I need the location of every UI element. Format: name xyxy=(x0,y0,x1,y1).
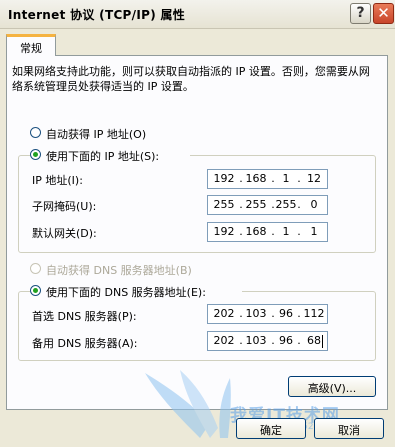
advanced-button[interactable]: 高级(V)... xyxy=(288,376,376,397)
advanced-button-label: 高级(V)... xyxy=(307,382,357,395)
octet: 1 xyxy=(310,225,318,238)
octet: 192 xyxy=(213,225,235,238)
subnet-mask-label: 子网掩码(U): xyxy=(32,200,97,213)
close-icon: ✕ xyxy=(377,4,390,22)
preferred-dns-label: 首选 DNS 服务器(P): xyxy=(32,310,137,323)
description-text: 如果网络支持此功能，则可以获取自动指派的 IP 设置。否则，您需要从网络系统管理… xyxy=(12,65,370,93)
tab-general[interactable]: 常规 xyxy=(6,34,56,56)
ok-button[interactable]: 确定 xyxy=(236,418,306,439)
ip-address-input[interactable]: 192 . 168 . 1 . 12 xyxy=(207,169,328,189)
subnet-mask-input[interactable]: 255 . 255 . 255 . 0 xyxy=(207,195,328,215)
help-icon: ? xyxy=(356,5,365,21)
octet: 96 xyxy=(279,307,293,320)
octet: 103 xyxy=(245,334,267,347)
auto-ip-radio-circle xyxy=(30,127,41,138)
octet: 12 xyxy=(307,172,321,185)
help-button[interactable]: ? xyxy=(350,3,371,24)
ip-address-label: IP 地址(I): xyxy=(32,174,83,187)
octet: 202 xyxy=(213,307,235,320)
octet: 192 xyxy=(213,172,235,185)
tcpip-properties-dialog: Internet 协议 (TCP/IP) 属性 ? ✕ 常规 如果网络支持此功能… xyxy=(0,0,395,444)
octet: 112 xyxy=(303,307,325,320)
alternate-dns-input[interactable]: 202 . 103 . 96 . 68 xyxy=(207,331,328,351)
manual-ip-radio-circle xyxy=(30,149,41,160)
default-gateway-label: 默认网关(D): xyxy=(32,227,97,240)
octet: 103 xyxy=(245,307,267,320)
cancel-button-label: 取消 xyxy=(338,424,360,437)
auto-dns-label: 自动获得 DNS 服务器地址(B) xyxy=(46,264,192,277)
octet: 1 xyxy=(282,225,290,238)
preferred-dns-input[interactable]: 202 . 103 . 96 . 112 xyxy=(207,304,328,324)
octet: 1 xyxy=(282,172,290,185)
manual-ip-label: 使用下面的 IP 地址(S): xyxy=(46,150,160,163)
octet: 168 xyxy=(245,172,267,185)
auto-ip-radio[interactable]: 自动获得 IP 地址(O) xyxy=(30,126,230,142)
manual-dns-label: 使用下面的 DNS 服务器地址(E): xyxy=(46,286,206,299)
tab-general-label: 常规 xyxy=(20,42,42,55)
octet: 96 xyxy=(279,334,293,347)
octet: 202 xyxy=(213,334,235,347)
octet: 168 xyxy=(245,225,267,238)
window-title: Internet 协议 (TCP/IP) 属性 xyxy=(8,8,186,22)
auto-ip-label: 自动获得 IP 地址(O) xyxy=(46,128,147,141)
title-bar[interactable]: Internet 协议 (TCP/IP) 属性 ? ✕ xyxy=(0,0,395,29)
default-gateway-input[interactable]: 192 . 168 . 1 . 1 xyxy=(207,222,328,242)
ok-button-label: 确定 xyxy=(260,424,282,437)
octet: 0 xyxy=(310,198,318,211)
auto-dns-radio[interactable]: 自动获得 DNS 服务器地址(B) xyxy=(30,262,250,278)
manual-dns-radio-circle xyxy=(30,285,41,296)
manual-dns-radio[interactable]: 使用下面的 DNS 服务器地址(E): xyxy=(30,284,242,300)
auto-dns-radio-circle xyxy=(30,263,41,274)
octet: 255 xyxy=(245,198,267,211)
cancel-button[interactable]: 取消 xyxy=(314,418,384,439)
manual-ip-radio[interactable]: 使用下面的 IP 地址(S): xyxy=(30,148,190,164)
octet: 255 xyxy=(275,198,297,211)
text-cursor xyxy=(322,335,323,348)
close-button[interactable]: ✕ xyxy=(373,3,394,24)
octet: 255 xyxy=(213,198,235,211)
alternate-dns-label: 备用 DNS 服务器(A): xyxy=(32,337,138,350)
